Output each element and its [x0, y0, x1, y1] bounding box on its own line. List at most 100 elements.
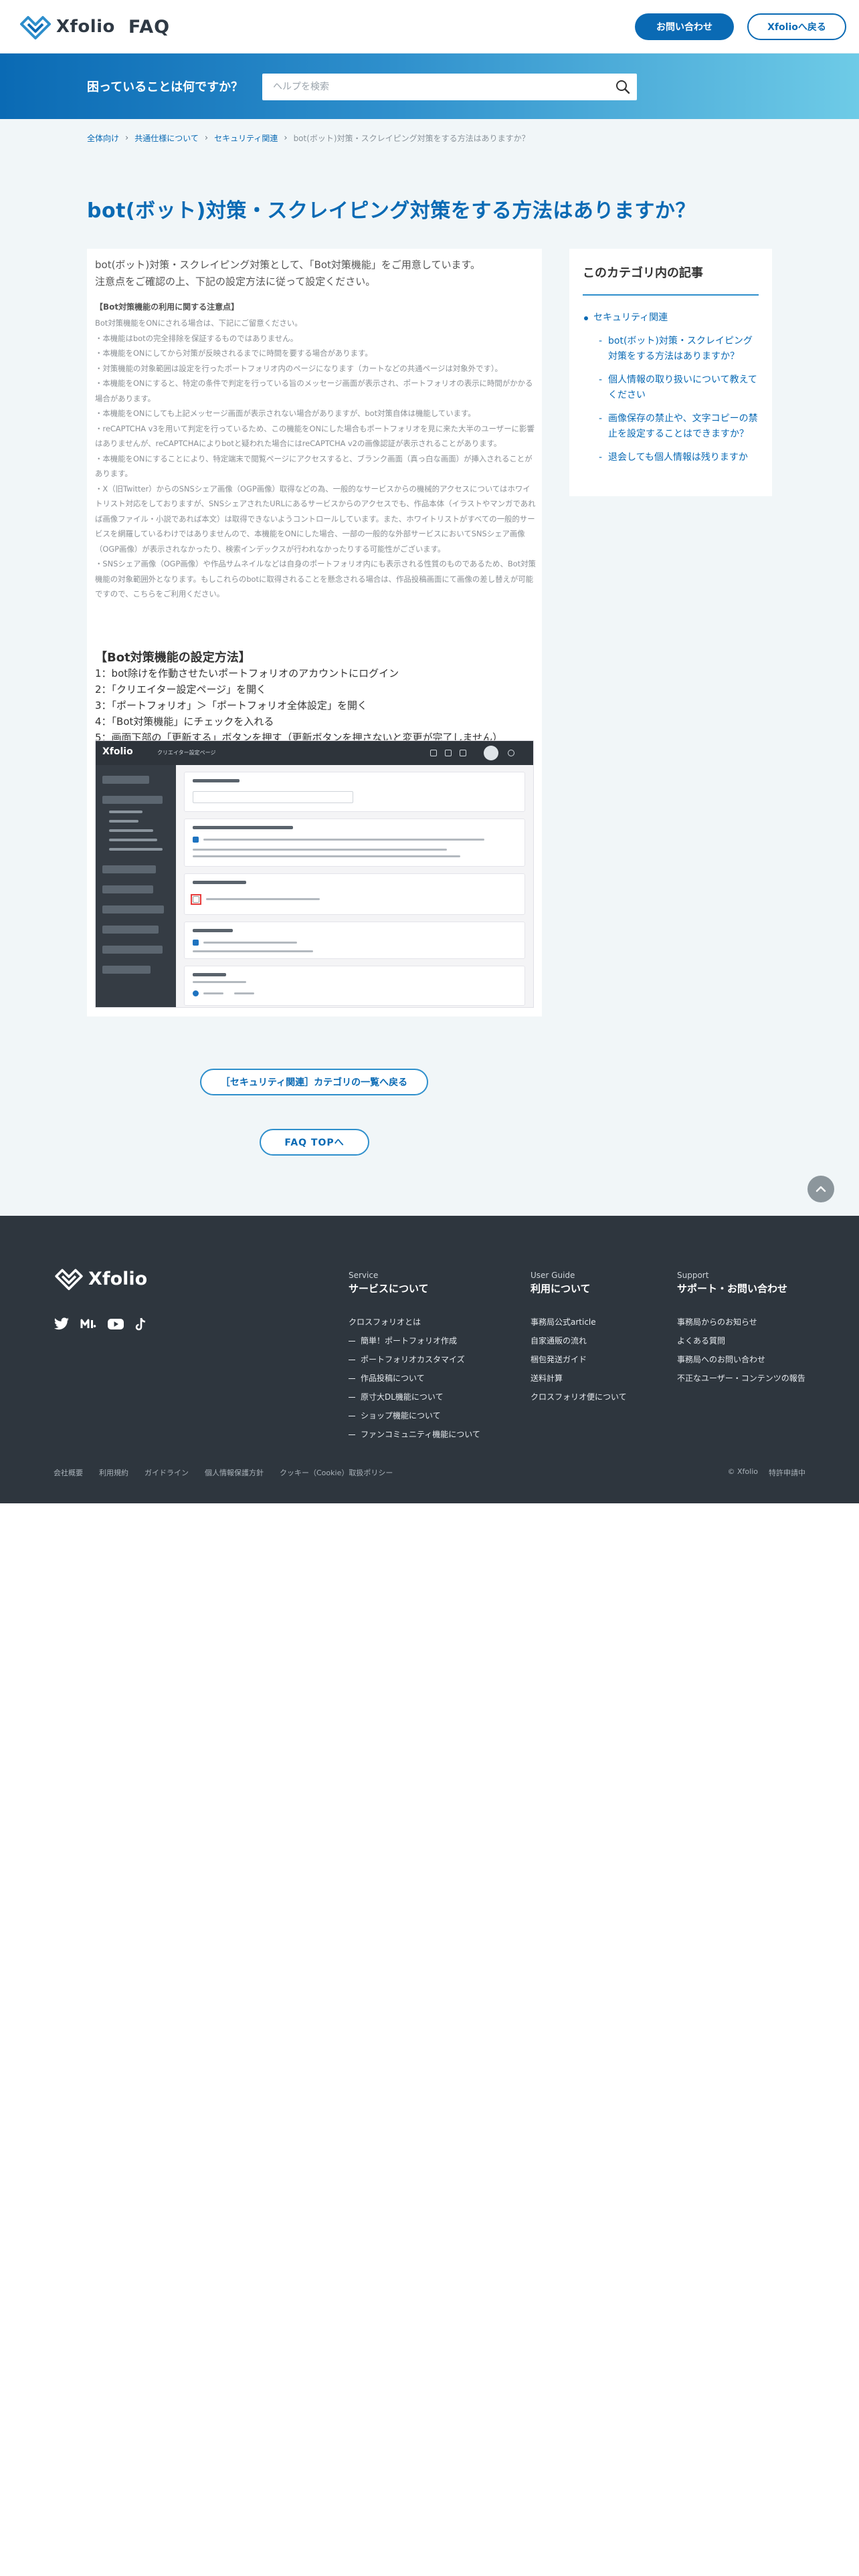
- screenshot-text: [193, 855, 460, 857]
- screenshot-panel-title: [193, 826, 293, 829]
- category-sidebar: このカテゴリ内の記事 セキュリティ関連 bot(ボット)対策・スクレイピング対策…: [569, 249, 772, 496]
- bot-protection-checkbox: [193, 896, 199, 903]
- screenshot-panel-title: [193, 929, 233, 932]
- page-title: bot(ボット)対策・スクレイピング対策をする方法はありますか？: [87, 199, 696, 223]
- screenshot-topbar: Xfolio クリエイター設定ページ: [96, 741, 533, 765]
- footer-legal-link[interactable]: 個人情報保護方針: [205, 1467, 264, 1478]
- footer-link[interactable]: ファンコミュニティ機能について: [349, 1425, 480, 1444]
- screenshot-panel-title: [193, 973, 226, 976]
- screenshot-text: [203, 992, 223, 994]
- footer-link[interactable]: 事務局公式article: [531, 1313, 627, 1331]
- misskey-icon[interactable]: [80, 1317, 98, 1332]
- screenshot-text: [203, 839, 484, 841]
- steps-list: 1：bot除けを作動させたいポートフォリオのアカウントにログイン 2：「クリエイ…: [95, 665, 537, 746]
- note-line: ・本機能をONにしてから対策が反映されるまでに時間を要する場合があります。: [95, 348, 373, 358]
- footer-legal-link[interactable]: 利用規約: [99, 1467, 128, 1478]
- footer-logo[interactable]: Xfolio: [54, 1267, 147, 1291]
- footer-column-heading: 利用について: [531, 1283, 591, 1295]
- breadcrumb-item[interactable]: 共通仕様について: [134, 132, 199, 144]
- screenshot-menu-item: [102, 776, 149, 784]
- back-to-xfolio-button[interactable]: Xfolioへ戻る: [747, 13, 846, 40]
- sidebar-article-link[interactable]: 画像保存の禁止や、文字コピーの禁止を設定することはできますか？: [583, 411, 759, 442]
- footer-legal-links: 会社概要 利用規約 ガイドライン 個人情報保護方針 クッキー（Cookie）取扱…: [54, 1467, 393, 1478]
- footer-link[interactable]: 作品投稿について: [349, 1369, 480, 1388]
- logo-text: Xfolio: [56, 17, 115, 37]
- footer-link[interactable]: 事務局へのお問い合わせ: [677, 1350, 805, 1369]
- footer-column-service: Service サービスについて クロスフォリオとは 簡単！ポートフォリオ作成 …: [349, 1271, 480, 1444]
- breadcrumb-item[interactable]: 全体向け: [87, 132, 119, 144]
- twitter-icon[interactable]: [54, 1317, 71, 1332]
- screenshot-menu-item: [102, 796, 163, 804]
- footer-link[interactable]: 原寸大DL機能について: [349, 1388, 480, 1406]
- page-blank-area: [0, 1503, 859, 2576]
- lead-line: bot(ボット)対策・スクレイピング対策として、「Bot対策機能」をご用意してい…: [95, 259, 480, 271]
- faq-label: FAQ: [128, 16, 171, 37]
- settings-screenshot: Xfolio クリエイター設定ページ: [95, 740, 534, 1008]
- sidebar-article-link[interactable]: 退会しても個人情報は残りますか: [583, 450, 759, 465]
- site-header: Xfolio FAQ お問い合わせ Xfolioへ戻る: [0, 0, 859, 53]
- footer-link[interactable]: ショップ機能について: [349, 1406, 480, 1425]
- screenshot-menu-item: [102, 865, 156, 873]
- screenshot-panel-visibility: [184, 966, 525, 1006]
- screenshot-text: [193, 849, 447, 851]
- search-icon[interactable]: [615, 80, 630, 94]
- note-line: ・本機能をONにしても上記メッセージ画面が表示されない場合がありますが、bot対…: [95, 409, 476, 418]
- back-to-category-button[interactable]: ［セキュリティ関連］カテゴリの一覧へ戻る: [200, 1069, 428, 1095]
- footer-link[interactable]: クロスフォリオとは: [349, 1313, 480, 1331]
- youtube-icon[interactable]: [107, 1317, 124, 1332]
- screenshot-radio: [193, 990, 199, 996]
- scroll-to-top-button[interactable]: [807, 1176, 834, 1202]
- footer-link[interactable]: 梱包発送ガイド: [531, 1350, 627, 1369]
- sidebar-category-link[interactable]: セキュリティ関連: [583, 310, 759, 326]
- footer-column-heading: サービスについて: [349, 1283, 429, 1295]
- notes-list: Bot対策機能をONにされる場合は、下記にご留意ください。 ・本機能はbotの完…: [95, 316, 537, 602]
- contact-button[interactable]: お問い合わせ: [635, 13, 734, 40]
- search-box: [262, 74, 637, 100]
- footer-link[interactable]: 自家通販の流れ: [531, 1331, 627, 1350]
- sidebar-divider: [583, 294, 759, 296]
- search-prompt: 困っていることは何ですか？: [87, 80, 244, 94]
- chevron-right-icon: ›: [204, 133, 209, 143]
- sidebar-article-list: セキュリティ関連 bot(ボット)対策・スクレイピング対策をする方法はありますか…: [583, 310, 759, 465]
- screenshot-checkbox: [193, 837, 199, 843]
- footer-column-label: Service: [349, 1271, 379, 1280]
- footer-link[interactable]: 事務局からのお知らせ: [677, 1313, 805, 1331]
- note-line: Bot対策機能をONにされる場合は、下記にご留意ください。: [95, 318, 302, 328]
- footer-link[interactable]: 不正なユーザー・コンテンツの報告: [677, 1369, 805, 1388]
- screenshot-menu-item: [102, 966, 151, 974]
- patent-text: 特許申請中: [769, 1469, 805, 1477]
- footer-link[interactable]: 送料計算: [531, 1369, 627, 1388]
- breadcrumb-item[interactable]: セキュリティ関連: [214, 132, 278, 144]
- footer-column-user-guide: User Guide 利用について 事務局公式article 自家通販の流れ 梱…: [531, 1271, 627, 1406]
- screenshot-logo: Xfolio: [102, 746, 133, 757]
- screenshot-text: [206, 898, 320, 900]
- logo[interactable]: Xfolio FAQ: [19, 13, 170, 40]
- footer-link[interactable]: クロスフォリオ便について: [531, 1388, 627, 1406]
- screenshot-menu-item: [102, 905, 164, 914]
- note-line: ・X（旧Twitter）からのSNSシェア画像（OGP画像）取得などの為、一般的…: [95, 484, 536, 554]
- sidebar-article-link[interactable]: bot(ボット)対策・スクレイピング対策をする方法はありますか？: [583, 334, 759, 364]
- screenshot-panel-title: [193, 779, 240, 782]
- chevron-up-icon: [816, 1186, 826, 1192]
- footer-link[interactable]: 簡単！ポートフォリオ作成: [349, 1331, 480, 1350]
- footer-link[interactable]: よくある質問: [677, 1331, 805, 1350]
- xfolio-logo-icon: [20, 16, 51, 39]
- cart-icon: [460, 750, 466, 756]
- note-line: ・SNSシェア画像（OGP画像）や作品サムネイルなどは自身のポートフォリオ内にも…: [95, 559, 536, 599]
- footer-column-heading: サポート・お問い合わせ: [677, 1283, 788, 1295]
- footer-legal-link[interactable]: 会社概要: [54, 1467, 83, 1478]
- footer-link[interactable]: ポートフォリオカスタマイズ: [349, 1350, 480, 1369]
- copyright-text: © Xfolio: [727, 1467, 758, 1476]
- footer-legal-link[interactable]: ガイドライン: [145, 1467, 189, 1478]
- screenshot-menu-item: [102, 926, 159, 934]
- tiktok-icon[interactable]: [134, 1317, 151, 1332]
- footer-link-list: 事務局公式article 自家通販の流れ 梱包発送ガイド 送料計算 クロスフォリ…: [531, 1313, 627, 1406]
- footer-legal-link[interactable]: クッキー（Cookie）取扱ポリシー: [280, 1467, 393, 1478]
- screenshot-text: [234, 992, 254, 994]
- sidebar-article-link[interactable]: 個人情報の取り扱いについて教えてください: [583, 372, 759, 403]
- note-line: ・reCAPTCHA v3を用いて判定を行っているため、この機能をONにした場合…: [95, 423, 535, 449]
- faq-top-button[interactable]: FAQ TOPへ: [260, 1129, 369, 1156]
- search-input[interactable]: [262, 74, 603, 100]
- screenshot-submenu-item: [109, 820, 138, 823]
- note-line: ・本機能はbotの完全排除を保証するものではありません。: [95, 333, 298, 343]
